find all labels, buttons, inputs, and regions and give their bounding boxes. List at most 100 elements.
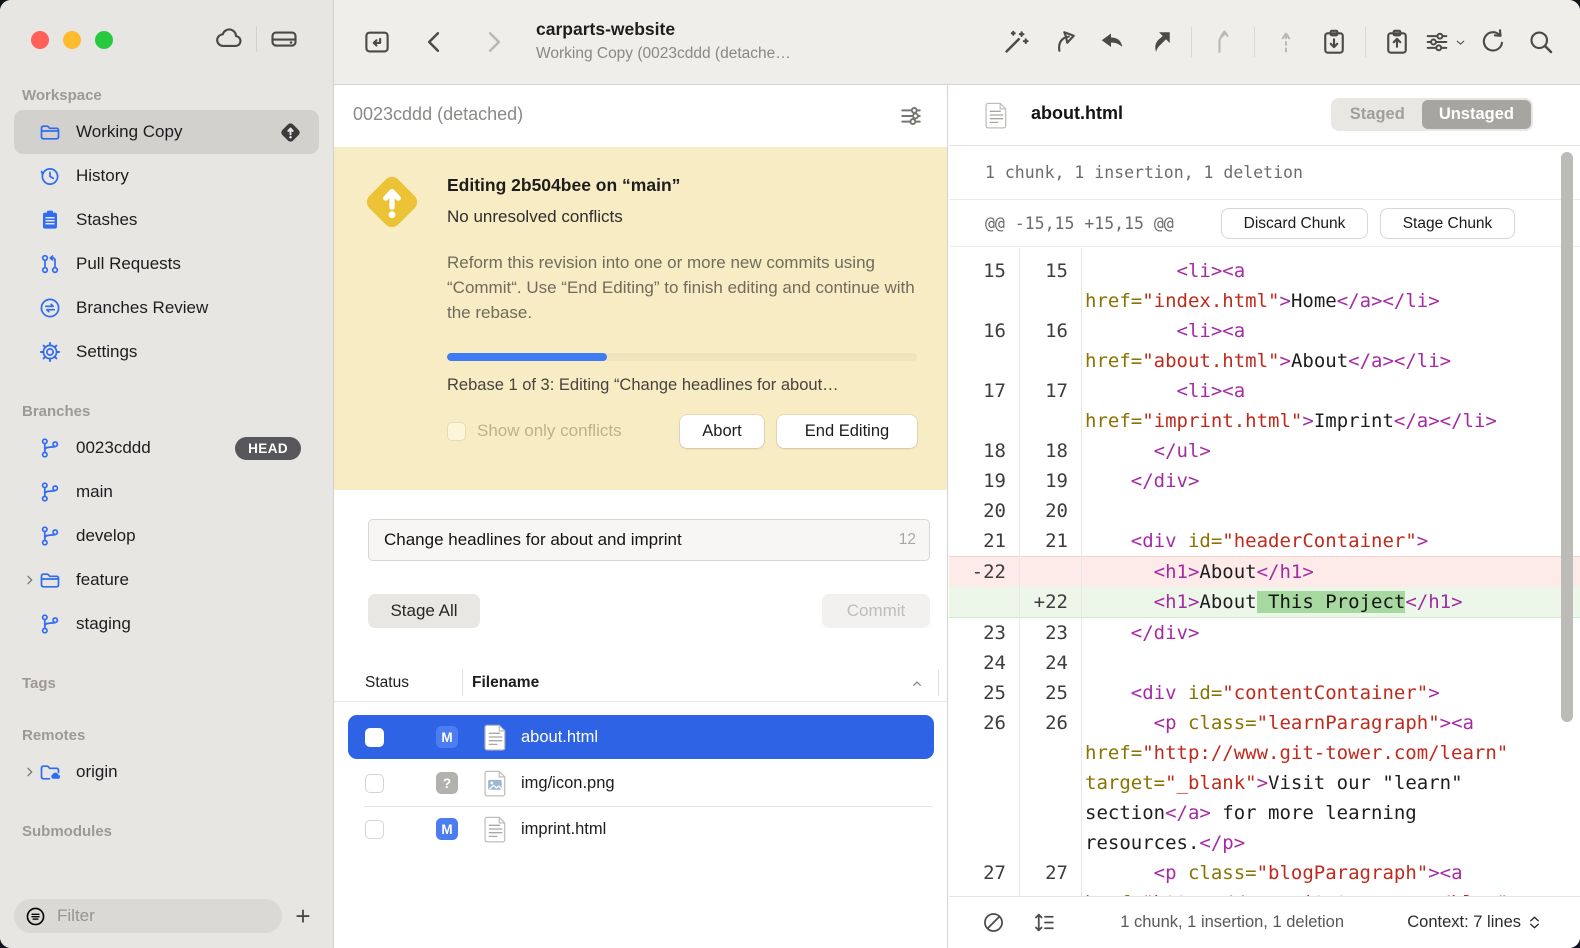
file-name: img/icon.png (521, 774, 615, 793)
dashed-arrow-up-icon[interactable] (1269, 25, 1303, 59)
ignore-whitespace-icon[interactable] (981, 910, 1006, 935)
filter-field[interactable] (14, 899, 282, 933)
code-segment: <p (1154, 862, 1188, 884)
line-spacing-icon[interactable] (1032, 910, 1057, 935)
tab-staged[interactable]: Staged (1333, 100, 1422, 129)
sidebar-item-stashes[interactable]: Stashes (14, 198, 319, 242)
repo-switcher-icon[interactable] (360, 25, 394, 59)
stage-checkbox[interactable] (365, 774, 384, 793)
old-line-number: 25 (949, 678, 1019, 708)
diff-line-context[interactable]: 2525 <div id="contentContainer"> (949, 678, 1580, 708)
sort-chevron-icon[interactable] (909, 676, 925, 692)
sidebar-item-0023cddd[interactable]: 0023cdddHEAD (14, 426, 319, 470)
old-line-number: 16 (949, 316, 1019, 376)
tab-unstaged[interactable]: Unstaged (1422, 100, 1531, 129)
stash-apply-icon[interactable] (1380, 25, 1414, 59)
commit-counter: 12 (899, 531, 916, 549)
panel-header: 0023cddd (detached) (334, 85, 947, 147)
sidebar-item-working-copy[interactable]: Working Copy (14, 110, 319, 154)
sidebar-item-origin[interactable]: origin (14, 750, 319, 794)
merge-branch-icon[interactable] (1206, 25, 1240, 59)
stage-checkbox[interactable] (365, 728, 384, 747)
sidebar-item-pull-requests[interactable]: Pull Requests (14, 242, 319, 286)
code-segment: Imprint (1314, 410, 1394, 432)
abort-button[interactable]: Abort (680, 415, 764, 448)
code-segment: <li><a (1177, 260, 1257, 282)
diff-line-context[interactable]: 2323 </div> (949, 618, 1580, 648)
forward-chevron-icon[interactable] (476, 25, 510, 59)
view-options-sliders-icon[interactable] (897, 102, 925, 130)
sidebar-item-feature[interactable]: feature (14, 558, 319, 602)
file-row-img-icon.png[interactable]: ?img/icon.png (348, 761, 934, 805)
filter-icon (24, 905, 47, 928)
file-row-about.html[interactable]: Mabout.html (348, 715, 934, 759)
stage-chunk-button[interactable]: Stage Chunk (1380, 208, 1515, 239)
push-arrow-icon[interactable] (1143, 25, 1177, 59)
chevron-right-icon[interactable] (22, 572, 38, 588)
sliders-chevron-icon[interactable] (1428, 25, 1462, 59)
sidebar-item-settings[interactable]: Settings (14, 330, 319, 374)
sidebar-item-branches-review[interactable]: Branches Review (14, 286, 319, 330)
diff-line-context[interactable]: 2121 <div id="headerContainer"> (949, 526, 1580, 556)
diff-code-view[interactable]: 1515 <li><a href="index.html">Home</a></… (949, 248, 1580, 896)
file-row-imprint.html[interactable]: Mimprint.html (348, 807, 934, 851)
diff-line-deleted[interactable]: -22 <h1>About</h1> (949, 556, 1580, 587)
minimize-button[interactable] (63, 31, 81, 49)
code-line: <p class="blogParagraph"><a href="https:… (1081, 858, 1540, 896)
diff-line-context[interactable]: 1919 </div> (949, 466, 1580, 496)
commit-button[interactable]: Commit (822, 594, 930, 628)
filter-input[interactable] (55, 905, 255, 927)
code-line: <li><a href="index.html">Home</a></li> (1081, 256, 1540, 316)
diff-line-context[interactable]: 1717 <li><a href="imprint.html">Imprint<… (949, 376, 1580, 436)
show-only-conflicts-checkbox[interactable] (447, 422, 466, 441)
end-editing-button[interactable]: End Editing (777, 415, 917, 448)
folder-icon (38, 120, 62, 144)
diff-line-context[interactable]: 2727 <p class="blogParagraph"><a href="h… (949, 858, 1580, 896)
sidebar-item-history[interactable]: History (14, 154, 319, 198)
cloud-icon[interactable] (214, 24, 244, 54)
banner-title: Editing 2b504bee on “main” (447, 175, 680, 196)
rebase-progress-bar (447, 353, 917, 361)
sidebar-item-develop[interactable]: develop (14, 514, 319, 558)
refresh-icon[interactable] (1476, 25, 1510, 59)
discard-chunk-button[interactable]: Discard Chunk (1221, 208, 1368, 239)
code-segment: Home (1291, 290, 1337, 312)
stage-checkbox[interactable] (365, 820, 384, 839)
back-chevron-icon[interactable] (418, 25, 452, 59)
sidebar-item-main[interactable]: main (14, 470, 319, 514)
chevron-right-icon[interactable] (22, 764, 38, 780)
scrollbar-thumb[interactable] (1561, 152, 1573, 722)
diff-line-context[interactable]: 2626 <p class="learnParagraph"><a href="… (949, 708, 1580, 858)
code-segment: </div> (1131, 470, 1200, 492)
diff-line-context[interactable]: 2020 (949, 496, 1580, 526)
filename-column-header[interactable]: Filename (472, 674, 539, 692)
code-segment: "_blank" (1165, 772, 1257, 794)
add-button[interactable]: + (287, 899, 319, 933)
wand-icon[interactable] (999, 25, 1033, 59)
diff-line-added[interactable]: +22 <h1>About This Project</h1> (949, 587, 1580, 618)
stash-icon (38, 208, 62, 232)
diff-line-context[interactable]: 1616 <li><a href="about.html">About</a><… (949, 316, 1580, 376)
status-column-header[interactable]: Status (365, 674, 409, 692)
context-lines-stepper[interactable]: Context: 7 lines (1407, 913, 1542, 932)
diff-line-context[interactable]: 1818 </ul> (949, 436, 1580, 466)
close-button[interactable] (31, 31, 49, 49)
stash-save-icon[interactable] (1317, 25, 1351, 59)
zoom-button[interactable] (95, 31, 113, 49)
code-segment: </a></li> (1394, 410, 1497, 432)
html-file-icon (482, 814, 509, 844)
diff-line-context[interactable]: 2424 (949, 648, 1580, 678)
code-segment: "headerContainer" (1222, 530, 1416, 552)
context-label: Context: 7 lines (1407, 913, 1521, 932)
sidebar-item-staging[interactable]: staging (14, 602, 319, 646)
drive-icon[interactable] (269, 24, 299, 54)
divider (1365, 27, 1366, 57)
merge-arrow-icon[interactable] (1095, 25, 1129, 59)
search-icon[interactable] (1524, 25, 1558, 59)
stage-all-button[interactable]: Stage All (368, 594, 480, 628)
commit-message-input[interactable] (369, 520, 929, 560)
diff-line-context[interactable]: 1515 <li><a href="index.html">Home</a></… (949, 256, 1580, 316)
share-arrow-icon[interactable] (1047, 25, 1081, 59)
working-copy-panel: 0023cddd (detached) Editing 2b504bee on … (334, 85, 948, 948)
code-segment (1085, 682, 1131, 704)
